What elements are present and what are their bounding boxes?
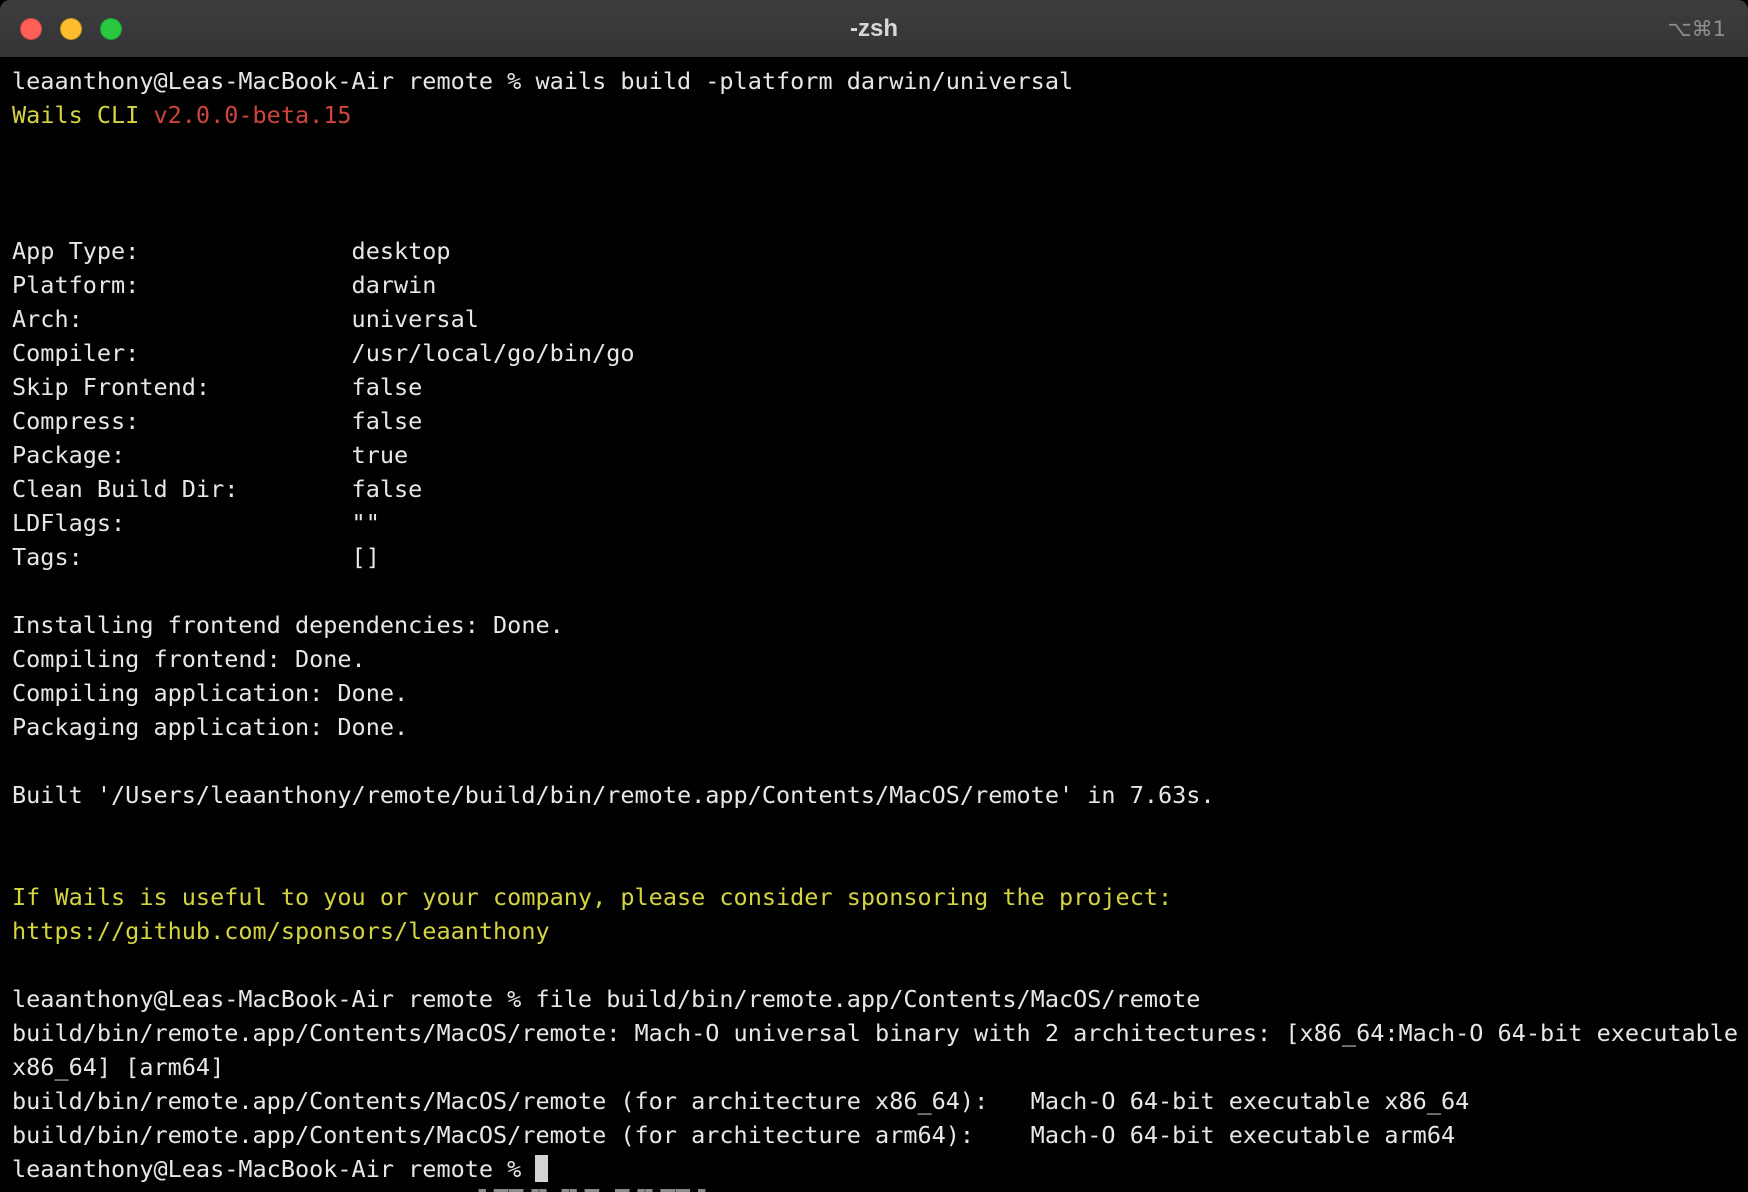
config-value: false	[352, 475, 423, 503]
config-value: false	[352, 407, 423, 435]
wails-cli-version: v2.0.0-beta.15	[153, 101, 351, 129]
file-output-line: build/bin/remote.app/Contents/MacOS/remo…	[12, 1016, 1736, 1050]
config-label: Arch:	[12, 302, 352, 336]
minimize-button[interactable]	[60, 18, 82, 40]
zoom-button[interactable]	[100, 18, 122, 40]
file-output-text: build/bin/remote.app/Contents/MacOS/remo…	[12, 1019, 1738, 1047]
config-value: true	[352, 441, 409, 469]
prompt-file-text: leaanthony@Leas-MacBook-Air remote % fil…	[12, 985, 1200, 1013]
progress-text: Installing frontend dependencies: Done.	[12, 611, 564, 639]
config-row: Clean Build Dir:false	[12, 472, 1736, 506]
config-row: LDFlags:""	[12, 506, 1736, 540]
wails-cli-label: Wails CLI	[12, 101, 153, 129]
config-row: Tags:[]	[12, 540, 1736, 574]
sponsor-message-line: If Wails is useful to you or your compan…	[12, 880, 1736, 914]
window-title: -zsh	[0, 15, 1748, 43]
config-label: LDFlags:	[12, 506, 352, 540]
config-label: Compiler:	[12, 336, 352, 370]
built-line: Built '/Users/leaanthony/remote/build/bi…	[12, 778, 1736, 812]
config-value: []	[352, 543, 380, 571]
config-row: Arch:universal	[12, 302, 1736, 336]
progress-text: Compiling application: Done.	[12, 679, 408, 707]
window-shortcut-badge: ⌥⌘1	[1667, 0, 1726, 57]
file-output-text: x86_64] [arm64]	[12, 1053, 224, 1081]
wails-version-line: Wails CLI v2.0.0-beta.15	[12, 98, 1736, 132]
config-label: Platform:	[12, 268, 352, 302]
traffic-lights	[20, 18, 122, 40]
config-row: Compress:false	[12, 404, 1736, 438]
config-value: universal	[352, 305, 479, 333]
blank-line	[12, 812, 1736, 846]
config-label: Compress:	[12, 404, 352, 438]
blank-line	[12, 744, 1736, 778]
terminal-window: -zsh ⌥⌘1 leaanthony@Leas-MacBook-Air rem…	[0, 0, 1748, 1192]
config-value: darwin	[352, 271, 437, 299]
config-value: ""	[352, 509, 380, 537]
file-output-line: build/bin/remote.app/Contents/MacOS/remo…	[12, 1118, 1736, 1152]
blank-line	[12, 166, 1736, 200]
built-text: Built '/Users/leaanthony/remote/build/bi…	[12, 781, 1215, 809]
file-output-line: x86_64] [arm64]	[12, 1050, 1736, 1084]
file-output-text: build/bin/remote.app/Contents/MacOS/remo…	[12, 1087, 1469, 1115]
config-label: App Type:	[12, 234, 352, 268]
config-row: Skip Frontend:false	[12, 370, 1736, 404]
sponsor-url-link[interactable]: https://github.com/sponsors/leaanthony	[12, 917, 550, 945]
config-value: desktop	[352, 237, 451, 265]
progress-line: Compiling application: Done.	[12, 676, 1736, 710]
config-label: Tags:	[12, 540, 352, 574]
blank-line	[12, 200, 1736, 234]
terminal-cursor	[535, 1155, 548, 1182]
blank-line	[12, 574, 1736, 608]
close-button[interactable]	[20, 18, 42, 40]
blank-line	[12, 846, 1736, 880]
config-label: Package:	[12, 438, 352, 472]
config-label: Skip Frontend:	[12, 370, 352, 404]
config-row: Compiler:/usr/local/go/bin/go	[12, 336, 1736, 370]
progress-line: Compiling frontend: Done.	[12, 642, 1736, 676]
blank-line	[12, 132, 1736, 166]
prompt-build-line: leaanthony@Leas-MacBook-Air remote % wai…	[12, 64, 1736, 98]
titlebar[interactable]: -zsh ⌥⌘1	[0, 0, 1748, 58]
prompt-build-text: leaanthony@Leas-MacBook-Air remote % wai…	[12, 67, 1073, 95]
blank-line	[12, 948, 1736, 982]
file-output-text: build/bin/remote.app/Contents/MacOS/remo…	[12, 1121, 1455, 1149]
prompt-file-line: leaanthony@Leas-MacBook-Air remote % fil…	[12, 982, 1736, 1016]
config-value: false	[352, 373, 423, 401]
progress-line: Packaging application: Done.	[12, 710, 1736, 744]
final-prompt-text: leaanthony@Leas-MacBook-Air remote %	[12, 1155, 535, 1183]
final-prompt-line: leaanthony@Leas-MacBook-Air remote %	[12, 1152, 1736, 1186]
terminal-output[interactable]: leaanthony@Leas-MacBook-Air remote % wai…	[0, 58, 1748, 1192]
config-label: Clean Build Dir:	[12, 472, 352, 506]
config-row: Package:true	[12, 438, 1736, 472]
sponsor-message: If Wails is useful to you or your compan…	[12, 883, 1172, 911]
config-row: Platform:darwin	[12, 268, 1736, 302]
file-output-line: build/bin/remote.app/Contents/MacOS/remo…	[12, 1084, 1736, 1118]
config-value: /usr/local/go/bin/go	[352, 339, 635, 367]
progress-text: Compiling frontend: Done.	[12, 645, 366, 673]
progress-line: Installing frontend dependencies: Done.	[12, 608, 1736, 642]
clipped-partial-line: ▙▛▜▟▌▐▙▛ ▜▟▙▛▜▟	[479, 1186, 1736, 1192]
config-row: App Type:desktop	[12, 234, 1736, 268]
progress-text: Packaging application: Done.	[12, 713, 408, 741]
sponsor-url-line: https://github.com/sponsors/leaanthony	[12, 914, 1736, 948]
